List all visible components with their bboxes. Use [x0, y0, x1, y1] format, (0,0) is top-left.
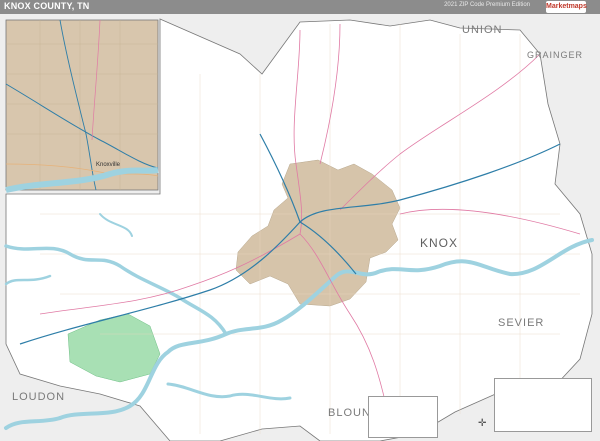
inset-label-knoxville: Knoxville: [96, 162, 121, 168]
label-loudon: LOUDON: [12, 391, 65, 403]
map-legend: [494, 378, 592, 432]
label-blount: BLOUN: [328, 407, 371, 419]
label-grainger: GRAINGER: [527, 50, 583, 60]
map-root: KNOX COUNTY, TN 2021 ZIP Code Premium Ed…: [0, 0, 600, 441]
title-bar: KNOX COUNTY, TN 2021 ZIP Code Premium Ed…: [0, 0, 600, 14]
inset-map: Knoxville: [5, 19, 159, 193]
label-sevier: SEVIER: [498, 317, 544, 329]
map-title: KNOX COUNTY, TN: [4, 1, 90, 11]
map-canvas: UNION GRAINGER KNOX SEVIER LOUDON BLOUN …: [0, 14, 600, 441]
zip-code-table: [368, 396, 438, 438]
edition-label: 2021 ZIP Code Premium Edition: [444, 2, 530, 8]
label-union: UNION: [462, 24, 502, 36]
label-knox: KNOX: [420, 236, 458, 250]
compass-rose-icon: ✛: [478, 418, 487, 429]
marketmaps-logo-icon: Marketmaps: [546, 1, 587, 13]
